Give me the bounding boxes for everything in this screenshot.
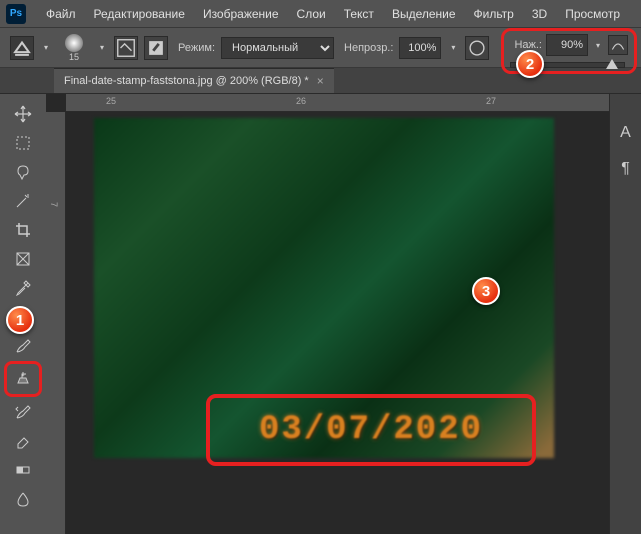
- date-stamp-highlight: 03/07/2020: [206, 394, 536, 466]
- menu-select[interactable]: Выделение: [384, 3, 464, 25]
- chevron-down-icon[interactable]: ▾: [592, 41, 604, 50]
- document-tab[interactable]: Final-date-stamp-faststona.jpg @ 200% (R…: [54, 68, 334, 93]
- menu-image[interactable]: Изображение: [195, 3, 287, 25]
- crop-tool[interactable]: [8, 216, 38, 244]
- pressure-opacity-button[interactable]: [465, 36, 489, 60]
- magic-wand-tool[interactable]: [8, 187, 38, 215]
- workspace: 25 26 27 7 03/07/2020 A ¶: [0, 94, 641, 534]
- right-panel: A ¶: [609, 94, 641, 534]
- clone-stamp-highlight: [4, 361, 42, 397]
- blend-mode-select[interactable]: Нормальный: [221, 37, 334, 59]
- marquee-tool[interactable]: [8, 129, 38, 157]
- clone-source-button[interactable]: [144, 36, 168, 60]
- blur-tool[interactable]: [8, 485, 38, 513]
- menu-filter[interactable]: Фильтр: [466, 3, 522, 25]
- opacity-input[interactable]: [399, 37, 441, 59]
- options-bar: ▾ 15 ▾ Режим: Нормальный Непрозр.: ▾ Наж…: [0, 28, 641, 68]
- flow-input[interactable]: [546, 34, 588, 56]
- brush-tool[interactable]: [8, 332, 38, 360]
- close-icon[interactable]: ×: [317, 74, 324, 88]
- canvas-area: 25 26 27 7 03/07/2020: [46, 94, 609, 534]
- character-panel-icon[interactable]: A: [620, 124, 631, 142]
- menu-text[interactable]: Текст: [336, 3, 382, 25]
- menu-edit[interactable]: Редактирование: [86, 3, 193, 25]
- menu-3d[interactable]: 3D: [524, 3, 555, 25]
- eyedropper-tool[interactable]: [8, 274, 38, 302]
- chevron-down-icon[interactable]: ▾: [40, 43, 52, 52]
- history-brush-tool[interactable]: [8, 398, 38, 426]
- gradient-tool[interactable]: [8, 456, 38, 484]
- brush-panel-button[interactable]: [114, 36, 138, 60]
- annotation-2: 2: [516, 50, 544, 78]
- lasso-tool[interactable]: [8, 158, 38, 186]
- eraser-tool[interactable]: [8, 427, 38, 455]
- menu-view[interactable]: Просмотр: [557, 3, 628, 25]
- menu-layers[interactable]: Слои: [289, 3, 334, 25]
- slider-thumb-icon[interactable]: [606, 59, 618, 69]
- chevron-down-icon[interactable]: ▾: [96, 43, 108, 52]
- frame-tool[interactable]: [8, 245, 38, 273]
- app-logo[interactable]: Ps: [6, 4, 26, 24]
- brush-circle-icon: [65, 34, 83, 52]
- menu-file[interactable]: Файл: [38, 3, 84, 25]
- ruler-vertical: 7: [46, 112, 66, 534]
- paragraph-panel-icon[interactable]: ¶: [621, 160, 630, 178]
- airbrush-button[interactable]: [608, 35, 628, 55]
- brush-preview[interactable]: 15: [58, 32, 90, 64]
- chevron-down-icon[interactable]: ▾: [447, 43, 459, 52]
- move-tool[interactable]: [8, 100, 38, 128]
- brush-size-label: 15: [69, 52, 79, 62]
- date-stamp-text: 03/07/2020: [259, 411, 483, 449]
- opacity-label: Непрозр.:: [344, 42, 393, 54]
- mode-label: Режим:: [178, 42, 215, 54]
- ruler-horizontal: 25 26 27: [66, 94, 609, 112]
- annotation-3: 3: [472, 277, 500, 305]
- menu-bar: Ps Файл Редактирование Изображение Слои …: [0, 0, 641, 28]
- tool-preset-icon[interactable]: [10, 36, 34, 60]
- document-title: Final-date-stamp-faststona.jpg @ 200% (R…: [64, 75, 309, 87]
- annotation-1: 1: [6, 306, 34, 334]
- clone-stamp-tool[interactable]: [8, 365, 38, 393]
